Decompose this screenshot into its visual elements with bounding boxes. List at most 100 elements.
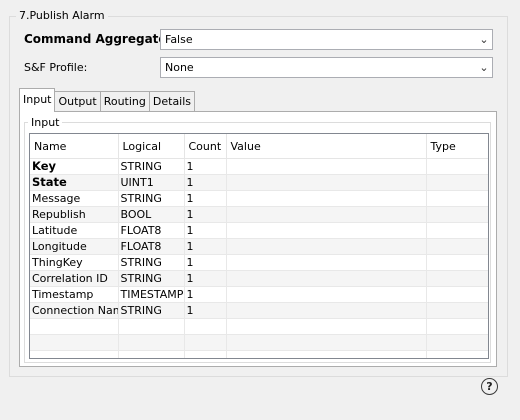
cell-count: 1: [184, 238, 227, 255]
column-header-count[interactable]: Count: [184, 134, 227, 159]
empty-cell: [426, 318, 488, 335]
command-aggregator-label: Command Aggregator:: [24, 32, 178, 46]
cell-name: Key: [30, 158, 119, 175]
tab-bar: Input Output Routing Details: [19, 88, 196, 112]
cell-count: 1: [184, 222, 227, 239]
table-row[interactable]: Republish BOOL 1: [30, 206, 488, 223]
cell-value: [226, 286, 427, 303]
cell-type: [426, 174, 488, 191]
cell-count: 1: [184, 254, 227, 271]
cell-count: 1: [184, 206, 227, 223]
table-row[interactable]: Message STRING 1: [30, 190, 488, 207]
table-row[interactable]: Connection NameSTRING1: [30, 302, 488, 319]
table-row[interactable]: Longitude FLOAT8 1: [30, 238, 488, 255]
table-row[interactable]: ThingKey STRING 1: [30, 254, 488, 271]
cell-name: Longitude: [30, 238, 119, 255]
cell-count: 1: [184, 190, 227, 207]
column-header-type[interactable]: Type: [426, 134, 488, 159]
cell-count: 1: [184, 270, 227, 287]
cell-type: [426, 254, 488, 271]
cell-type: [426, 222, 488, 239]
empty-cell: [226, 350, 427, 358]
cell-logical: STRING: [118, 190, 185, 207]
cell-logical: STRING: [118, 270, 185, 287]
column-header-name[interactable]: Name: [30, 134, 119, 159]
command-aggregator-select[interactable]: False ⌄: [160, 29, 493, 50]
cell-value: [226, 174, 427, 191]
command-aggregator-value: False: [165, 33, 193, 46]
chevron-down-icon[interactable]: ⌄: [476, 33, 492, 46]
table-row[interactable]: Correlation ID STRING 1: [30, 270, 488, 287]
cell-logical: TIMESTAMP: [118, 286, 185, 303]
help-icon[interactable]: ?: [481, 378, 498, 395]
cell-type: [426, 302, 488, 319]
cell-count: 1: [184, 302, 227, 319]
empty-cell: [184, 334, 227, 351]
empty-row: [30, 318, 488, 335]
sf-profile-select[interactable]: None ⌄: [160, 57, 493, 78]
cell-count: 1: [184, 158, 227, 175]
empty-cell: [30, 318, 119, 335]
empty-cell: [184, 350, 227, 358]
cell-value: [226, 254, 427, 271]
sf-profile-value: None: [165, 61, 194, 74]
table-header-row: Name Logical Count Value Type: [30, 134, 488, 159]
tab-routing[interactable]: Routing: [99, 91, 150, 112]
cell-logical: UINT1: [118, 174, 185, 191]
cell-value: [226, 158, 427, 175]
empty-cell: [426, 350, 488, 358]
cell-logical: STRING: [118, 158, 185, 175]
cell-count: 1: [184, 174, 227, 191]
cell-logical: FLOAT8: [118, 222, 185, 239]
cell-value: [226, 270, 427, 287]
empty-cell: [184, 318, 227, 335]
cell-name: Latitude: [30, 222, 119, 239]
cell-name: Republish: [30, 206, 119, 223]
empty-cell: [226, 318, 427, 335]
cell-logical: BOOL: [118, 206, 185, 223]
empty-row: [30, 334, 488, 351]
cell-type: [426, 238, 488, 255]
cell-name: Message: [30, 190, 119, 207]
cell-name: Connection Name: [30, 302, 119, 319]
cell-name: Correlation ID: [30, 270, 119, 287]
column-header-logical[interactable]: Logical: [118, 134, 185, 159]
cell-name: ThingKey: [30, 254, 119, 271]
empty-cell: [118, 334, 185, 351]
cell-type: [426, 190, 488, 207]
cell-type: [426, 158, 488, 175]
cell-name: State: [30, 174, 119, 191]
column-header-value[interactable]: Value: [226, 134, 427, 159]
tab-details[interactable]: Details: [148, 91, 196, 112]
table-row[interactable]: Latitude FLOAT8 1: [30, 222, 488, 239]
cell-value: [226, 222, 427, 239]
cell-value: [226, 238, 427, 255]
cell-logical: FLOAT8: [118, 238, 185, 255]
empty-cell: [118, 318, 185, 335]
tab-input[interactable]: Input: [19, 88, 56, 112]
empty-cell: [118, 350, 185, 358]
cell-type: [426, 286, 488, 303]
input-group-title: Input: [28, 116, 63, 130]
table-row[interactable]: Timestamp TIMESTAMP 1: [30, 286, 488, 303]
cell-type: [426, 270, 488, 287]
chevron-down-icon[interactable]: ⌄: [476, 61, 492, 74]
cell-logical: STRING: [118, 254, 185, 271]
empty-cell: [30, 334, 119, 351]
group-title: 7.Publish Alarm: [16, 9, 108, 23]
cell-count: 1: [184, 286, 227, 303]
empty-row: [30, 350, 488, 358]
empty-cell: [30, 350, 119, 358]
empty-cell: [226, 334, 427, 351]
cell-value: [226, 190, 427, 207]
cell-name: Timestamp: [30, 286, 119, 303]
table-row[interactable]: Key STRING 1: [30, 158, 488, 175]
table-row[interactable]: State UINT1 1: [30, 174, 488, 191]
cell-logical: STRING: [118, 302, 185, 319]
cell-value: [226, 206, 427, 223]
tab-output[interactable]: Output: [54, 91, 101, 112]
sf-profile-label: S&F Profile:: [24, 61, 88, 74]
cell-type: [426, 206, 488, 223]
input-parameters-table[interactable]: Name Logical Count Value Type Key STRING 1…: [29, 133, 489, 359]
cell-value: [226, 302, 427, 319]
